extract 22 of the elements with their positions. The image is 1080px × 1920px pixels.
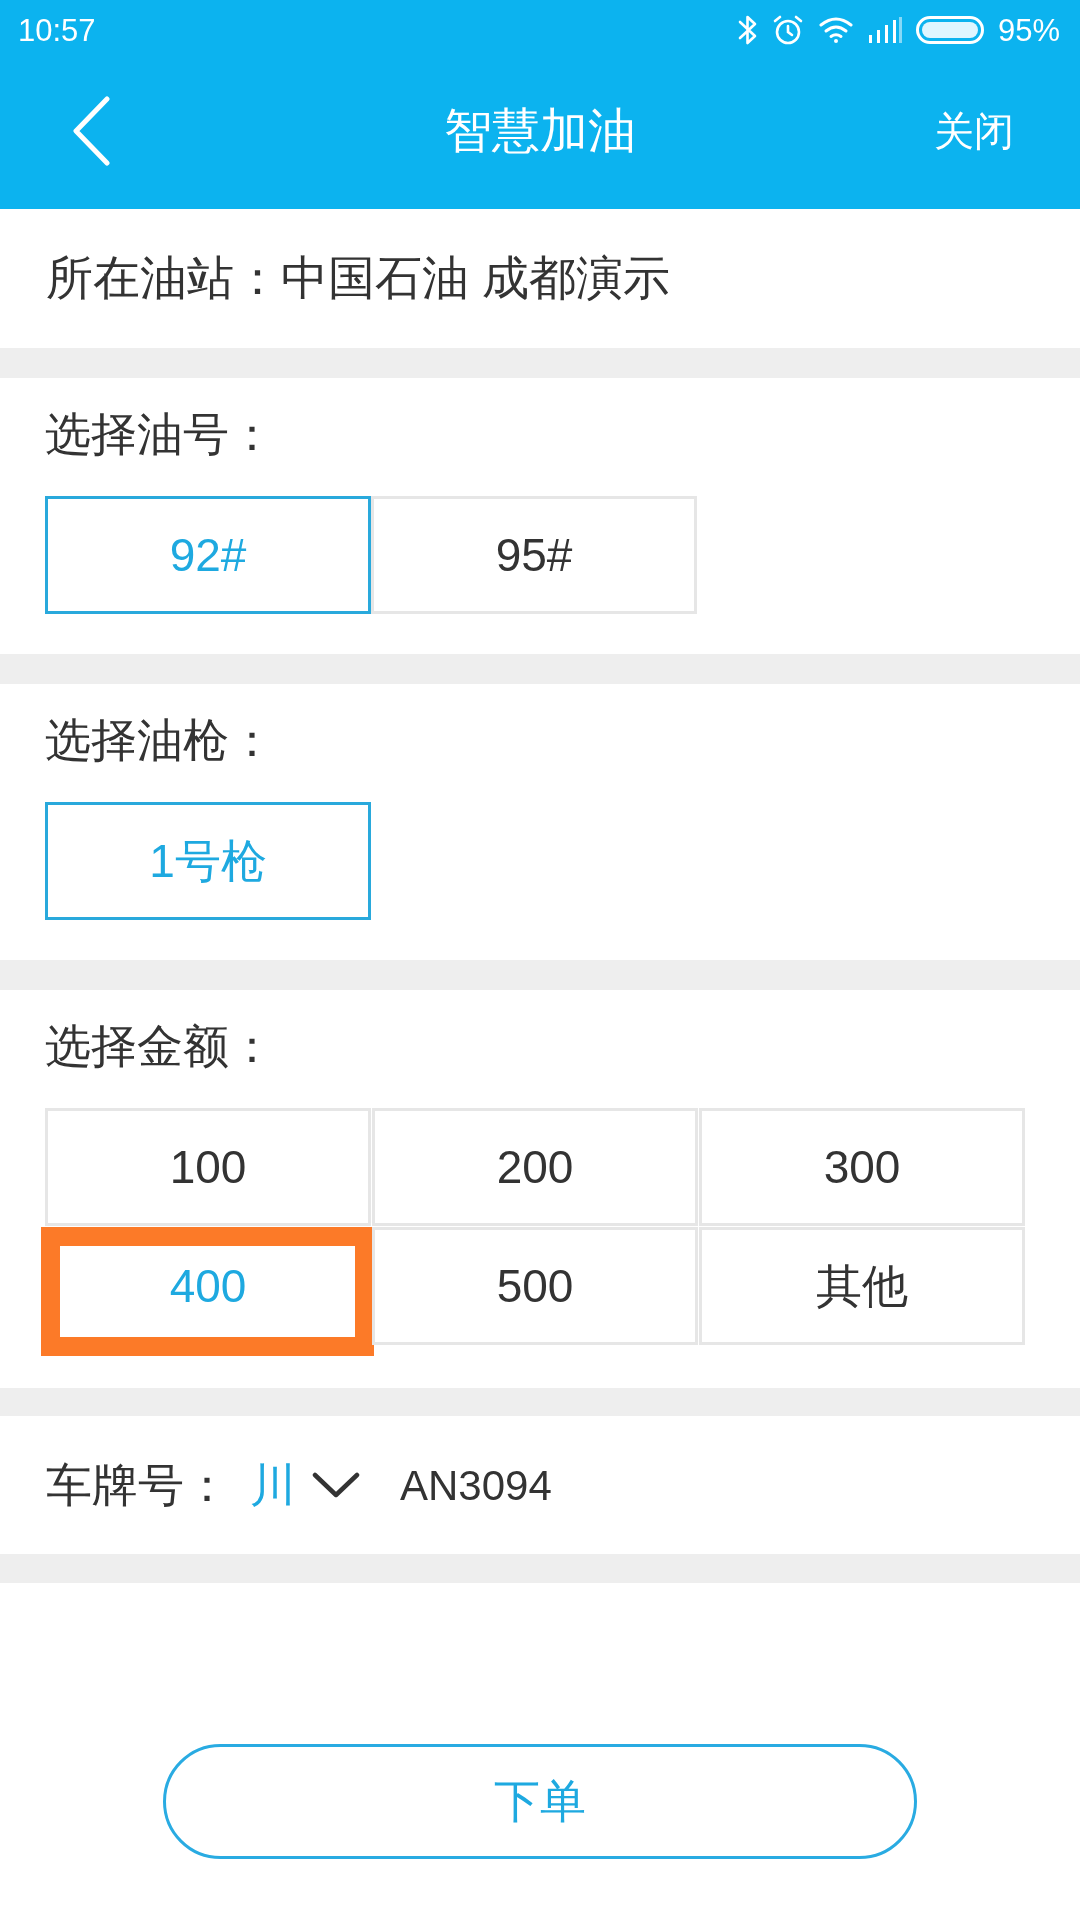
plate-number-input[interactable]: AN3094 [400, 1453, 720, 1517]
amount-option[interactable]: 其他 [699, 1227, 1025, 1345]
bluetooth-icon [737, 14, 758, 46]
chevron-left-icon [71, 95, 111, 166]
section-label: 选择油枪： [45, 716, 275, 764]
station-text: 所在油站：中国石油 成都演示 [46, 250, 671, 307]
status-time: 10:57 [18, 14, 96, 46]
wifi-icon [817, 16, 854, 44]
alarm-clock-icon [771, 14, 804, 46]
section-label: 选择油号： [45, 410, 275, 458]
chevron-down-icon [312, 1472, 360, 1498]
amount-option[interactable]: 200 [372, 1108, 698, 1226]
amount-option[interactable]: 100 [45, 1108, 371, 1226]
plate-label: 车牌号： [46, 1457, 230, 1513]
page-title: 智慧加油 [444, 106, 636, 155]
fuel-type-option[interactable]: 95# [371, 496, 697, 614]
amount-option[interactable]: 500 [372, 1227, 698, 1345]
section-label: 选择金额： [45, 1022, 275, 1070]
battery-icon [915, 16, 984, 44]
battery-percent: 95% [997, 14, 1060, 46]
signal-icon [867, 17, 902, 43]
amount-option[interactable]: 300 [699, 1108, 1025, 1226]
